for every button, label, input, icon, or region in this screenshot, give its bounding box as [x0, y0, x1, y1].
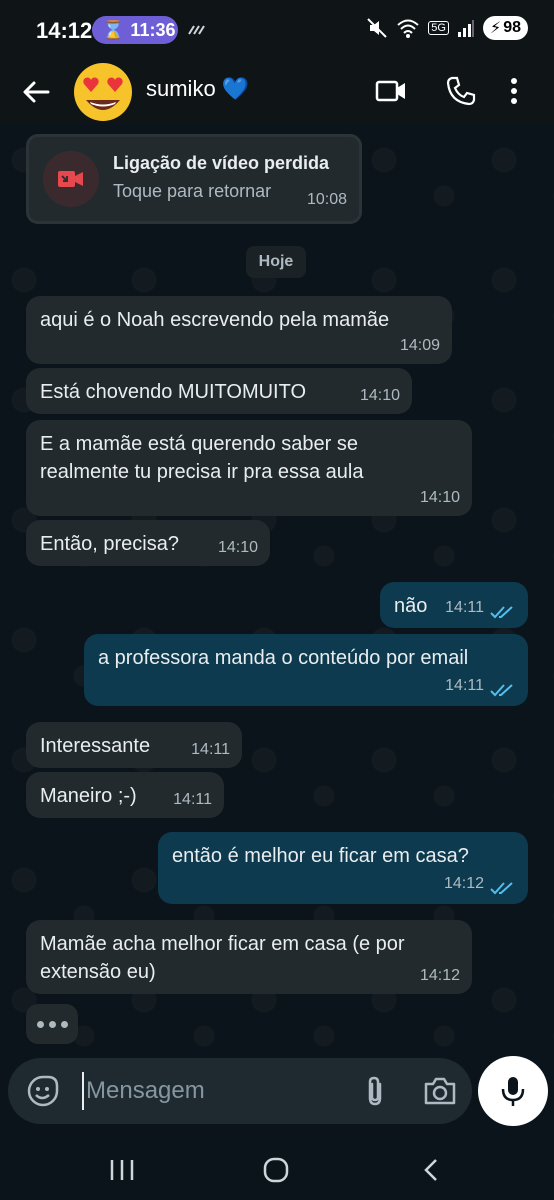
missed-call-time: 10:08: [306, 191, 347, 208]
message-text: E a mamãe está querendo saber se realmen…: [40, 433, 364, 483]
signal-icon: [457, 20, 474, 37]
message-time: 14:12: [419, 967, 460, 984]
attach-clip-icon[interactable]: [358, 1074, 392, 1108]
message-time: 14:11: [191, 741, 230, 758]
message-bubble[interactable]: Maneiro ;-) 14:11: [26, 772, 224, 818]
message-time: 14:12: [443, 875, 484, 892]
hourglass-icon: ⌛: [102, 19, 125, 40]
message-text: Mamãe acha melhor ficar em casa (e por e…: [40, 933, 405, 983]
home-icon[interactable]: [258, 1152, 294, 1188]
microphone-icon: [501, 1077, 525, 1106]
message-time: 14:10: [419, 489, 460, 506]
phone-call-icon[interactable]: [444, 74, 478, 108]
read-ticks-icon: [490, 606, 513, 619]
blue-heart-icon: 💙: [221, 76, 250, 101]
message-bubble[interactable]: Então, precisa? 14:10: [26, 520, 270, 566]
contact-name-text: sumiko: [146, 76, 216, 101]
charging-icon: ⚡: [489, 20, 502, 37]
missed-call-title: Ligação de vídeo perdida: [113, 153, 330, 173]
message-text: Está chovendo MUITOMUITO: [40, 381, 307, 403]
status-right: 5G ⚡ 98: [366, 16, 528, 40]
timer-value: 11:36: [130, 19, 176, 40]
message-time: 14:09: [399, 337, 440, 354]
more-options-icon[interactable]: [504, 74, 524, 108]
typing-indicator: [26, 1004, 78, 1044]
message-time: 14:11: [445, 599, 484, 616]
message-bubble[interactable]: E a mamãe está querendo saber se realmen…: [26, 420, 472, 516]
message-time: 14:11: [173, 791, 212, 808]
typing-dot: [60, 1020, 68, 1028]
status-time: 14:12: [36, 18, 93, 43]
message-time: 14:10: [359, 387, 400, 404]
text-caret: [82, 1072, 84, 1110]
battery-level: 98: [503, 19, 521, 36]
message-time: 14:10: [217, 539, 258, 556]
contact-name[interactable]: sumiko 💙: [146, 76, 249, 102]
message-bubble[interactable]: então é melhor eu ficar em casa? 14:12: [158, 832, 528, 904]
chat-header: sumiko 💙: [0, 60, 554, 124]
missed-call-card[interactable]: Ligação de vídeo perdida Toque para reto…: [26, 134, 362, 224]
contact-avatar[interactable]: [70, 60, 136, 122]
camera-icon[interactable]: [422, 1074, 458, 1108]
video-call-icon[interactable]: [374, 74, 408, 108]
read-ticks-icon: [490, 882, 513, 895]
missed-video-call-icon: [43, 151, 99, 207]
message-bubble[interactable]: Mamãe acha melhor ficar em casa (e por e…: [26, 920, 472, 994]
mute-icon: [367, 18, 387, 38]
message-text: aqui é o Noah escrevendo pela mamãe: [40, 309, 390, 331]
battery-indicator: ⚡ 98: [482, 16, 528, 40]
timer-pill[interactable]: ⌛ 11:36: [92, 16, 178, 44]
message-bubble[interactable]: Está chovendo MUITOMUITO 14:10: [26, 368, 412, 414]
message-bubble[interactable]: a professora manda o conteúdo por email …: [84, 634, 528, 706]
typing-dot: [36, 1020, 44, 1028]
back-nav-icon[interactable]: [414, 1152, 450, 1188]
message-text: a professora manda o conteúdo por email: [98, 647, 469, 669]
message-composer: [8, 1058, 472, 1124]
message-input[interactable]: [86, 1074, 346, 1108]
activity-icon: [188, 25, 205, 35]
sticker-emoji-icon[interactable]: [26, 1074, 60, 1108]
message-bubble[interactable]: Interessante 14:11: [26, 722, 242, 768]
message-time: 14:11: [445, 677, 484, 694]
message-bubble[interactable]: não 14:11: [380, 582, 528, 628]
read-ticks-icon: [490, 684, 513, 697]
voice-message-button[interactable]: [478, 1056, 548, 1126]
wifi-icon: [397, 19, 419, 38]
status-bar: 14:12 ⌛ 11:36 5G ⚡ 98: [0, 0, 554, 60]
system-nav-bar: [0, 1140, 554, 1200]
recent-apps-icon[interactable]: [104, 1152, 140, 1188]
back-arrow-icon[interactable]: [18, 74, 54, 110]
network-5g-label: 5G: [428, 21, 449, 35]
date-divider: Hoje: [246, 246, 306, 278]
typing-dot: [48, 1020, 56, 1028]
message-text: então é melhor eu ficar em casa?: [172, 845, 469, 867]
message-bubble[interactable]: aqui é o Noah escrevendo pela mamãe 14:0…: [26, 296, 452, 364]
missed-call-subtitle: Toque para retornar: [113, 181, 272, 201]
